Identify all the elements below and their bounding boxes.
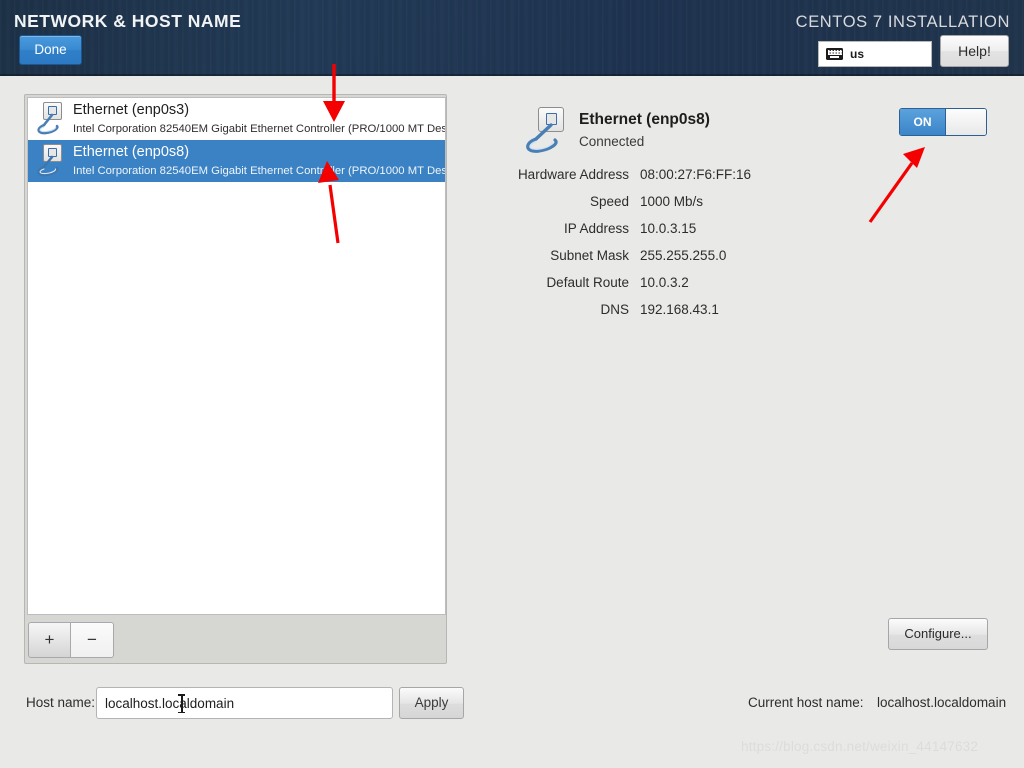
detail-label: IP Address [563,221,629,236]
detail-value: 1000 Mb/s [640,194,704,209]
list-item-name: Ethernet (enp0s3) [73,102,190,118]
keyboard-layout-label: us [850,47,865,61]
connection-details-table: Hardware Address 08:00:27:F6:FF:16 Speed… [450,167,850,329]
installation-title: CENTOS 7 INSTALLATION [795,13,1010,31]
network-device-list[interactable]: Ethernet (enp0s3) Intel Corporation 8254… [27,97,446,615]
hostname-label: Host name: [26,695,96,710]
detail-row: IP Address 10.0.3.15 [450,221,850,248]
connection-power-toggle[interactable]: ON [899,108,987,136]
apply-button[interactable]: Apply [399,687,464,719]
detail-row: Subnet Mask 255.255.255.0 [450,248,850,275]
connection-name: Ethernet (enp0s8) [579,111,710,128]
detail-label: DNS [600,302,629,317]
list-item[interactable]: Ethernet (enp0s8) Intel Corporation 8254… [28,140,445,182]
detail-row: Hardware Address 08:00:27:F6:FF:16 [450,167,850,194]
page-title: NETWORK & HOST NAME [14,11,242,31]
add-device-button[interactable]: + [28,622,71,658]
list-item-description: Intel Corporation 82540EM Gigabit Ethern… [73,123,445,135]
watermark-text: https://blog.csdn.net/weixin_44147632 [741,739,979,754]
detail-label: Speed [589,194,629,209]
network-device-toolbar: + − [27,619,446,661]
detail-value: 08:00:27:F6:FF:16 [640,167,752,182]
list-item-description: Intel Corporation 82540EM Gigabit Ethern… [73,165,445,177]
keyboard-icon [826,48,843,60]
ethernet-icon [34,143,66,179]
detail-value: 192.168.43.1 [640,302,719,317]
configure-button[interactable]: Configure... [888,618,988,650]
connection-status: Connected [579,134,645,149]
done-button[interactable]: Done [19,35,82,65]
detail-row: Speed 1000 Mb/s [450,194,850,221]
list-item[interactable]: Ethernet (enp0s3) Intel Corporation 8254… [28,98,445,140]
ethernet-icon [522,106,568,156]
detail-row: DNS 192.168.43.1 [450,302,850,329]
current-hostname-value: localhost.localdomain [877,695,1007,710]
help-button[interactable]: Help! [940,35,1009,67]
keyboard-layout-indicator[interactable]: us [818,41,932,67]
detail-value: 10.0.3.2 [640,275,689,290]
current-hostname-label: Current host name: [748,695,864,710]
installer-header: NETWORK & HOST NAME Done CENTOS 7 INSTAL… [0,0,1024,76]
power-toggle-knob[interactable] [946,109,986,135]
detail-label: Subnet Mask [550,248,629,263]
ethernet-icon [34,101,66,137]
detail-value: 10.0.3.15 [640,221,697,236]
detail-label: Hardware Address [517,167,629,182]
detail-value: 255.255.255.0 [640,248,727,263]
detail-label: Default Route [546,275,629,290]
remove-device-button[interactable]: − [71,622,114,658]
connection-header: Ethernet (enp0s8) Connected [522,106,710,156]
power-toggle-on-label: ON [900,109,946,135]
network-device-panel: Ethernet (enp0s3) Intel Corporation 8254… [24,94,447,664]
detail-row: Default Route 10.0.3.2 [450,275,850,302]
hostname-input[interactable] [96,687,393,719]
arrow-up-right-to-power-toggle [868,147,925,223]
list-item-name: Ethernet (enp0s8) [73,144,190,160]
